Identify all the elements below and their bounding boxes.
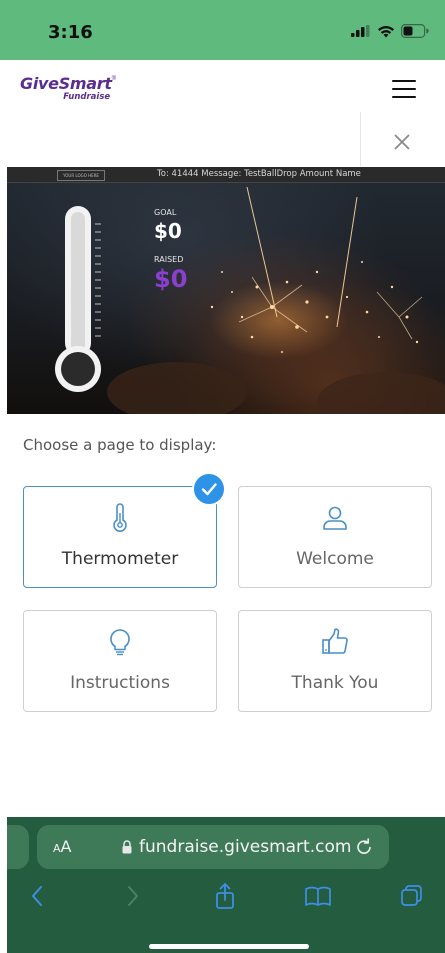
forward-icon[interactable] <box>117 881 147 911</box>
tile-label: Thank You <box>291 673 379 693</box>
raised-label: RAISED <box>154 255 184 264</box>
lightbulb-icon <box>110 629 130 656</box>
selected-check-badge <box>192 472 226 506</box>
tabs-icon[interactable] <box>397 881 427 911</box>
thermometer-graphic <box>55 206 101 392</box>
text-size-button[interactable]: AAAA <box>53 837 71 856</box>
preview-top-bar: YOUR LOGO HERE To: 41444 Message: TestBa… <box>7 167 445 183</box>
logo-placeholder: YOUR LOGO HERE <box>57 170 105 181</box>
close-icon[interactable] <box>388 128 416 156</box>
reload-icon[interactable] <box>353 836 375 858</box>
menu-line <box>392 88 416 90</box>
tile-instructions[interactable]: Instructions <box>23 610 217 712</box>
raised-value: $0 <box>154 265 188 293</box>
home-indicator[interactable] <box>149 944 309 949</box>
givesmart-logo[interactable]: GiveSmart® Fundraise <box>20 76 116 102</box>
tile-welcome[interactable]: Welcome <box>238 486 432 588</box>
url-text: fundraise.givesmart.com <box>139 837 352 857</box>
hamburger-menu-button[interactable] <box>392 80 416 98</box>
share-icon[interactable] <box>210 881 240 911</box>
tile-thermometer[interactable]: Thermometer <box>23 486 217 588</box>
wifi-icon <box>378 25 394 37</box>
person-icon <box>323 506 347 530</box>
logo-main-text: GiveSmart <box>20 74 112 93</box>
logo-sub-text: Fundraise <box>63 92 111 102</box>
status-icons <box>351 24 429 38</box>
status-time: 3:16 <box>48 22 93 43</box>
previous-tab-pill[interactable] <box>7 825 29 869</box>
battery-icon <box>401 24 429 38</box>
lock-icon <box>122 840 132 854</box>
thermometer-icon <box>113 503 127 532</box>
close-row <box>0 112 445 166</box>
tile-label: Thermometer <box>61 549 179 569</box>
address-bar[interactable]: AAAA fundraise.givesmart.com <box>37 825 389 869</box>
tile-label: Welcome <box>296 549 374 569</box>
choose-page-heading: Choose a page to display: <box>23 436 217 454</box>
status-bar: 3:16 <box>0 0 445 60</box>
thumbs-up-icon <box>322 628 348 654</box>
text-to-give-message: To: 41444 Message: TestBallDrop Amount N… <box>157 169 361 179</box>
goal-label: GOAL <box>154 208 177 217</box>
back-icon[interactable] <box>23 881 53 911</box>
bookmarks-icon[interactable] <box>303 881 333 911</box>
browser-toolbar: AAAA fundraise.givesmart.com <box>7 817 445 953</box>
tile-label: Instructions <box>70 673 170 693</box>
menu-line <box>392 96 416 98</box>
divider <box>360 112 361 166</box>
menu-line <box>392 80 416 82</box>
signal-icon <box>351 25 370 37</box>
tile-thank-you[interactable]: Thank You <box>238 610 432 712</box>
browser-nav-row <box>7 881 445 921</box>
app-header: GiveSmart® Fundraise <box>0 60 445 112</box>
display-preview: YOUR LOGO HERE To: 41444 Message: TestBa… <box>7 167 445 414</box>
checkmark-icon <box>201 483 217 496</box>
goal-value: $0 <box>154 219 182 243</box>
